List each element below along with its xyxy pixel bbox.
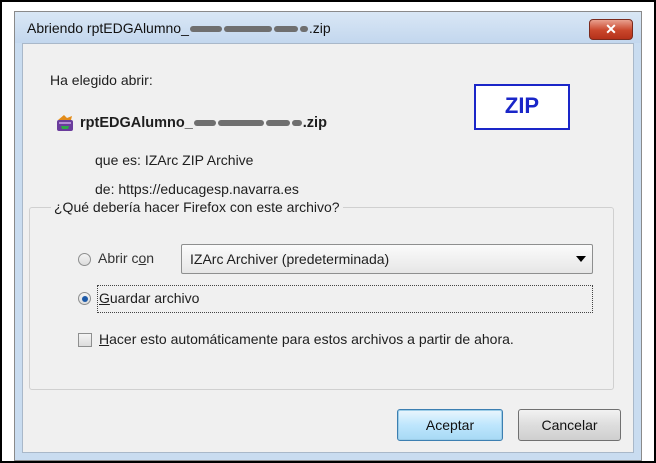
chevron-down-icon [576, 256, 586, 262]
intro-label: Ha elegido abrir: [50, 72, 153, 88]
screenshot-frame: Abriendo rptEDGAlumno_ .zip ✕ Ha elegido … [0, 0, 656, 463]
file-source-line: de: https://educagesp.navarra.es [95, 181, 299, 197]
accept-button[interactable]: Aceptar [397, 409, 503, 441]
redacted-text [189, 26, 222, 33]
file-name: rptEDGAlumno_ .zip [80, 115, 327, 131]
title-bar[interactable]: Abriendo rptEDGAlumno_ .zip ✕ [15, 12, 641, 43]
izarc-archive-icon [57, 115, 73, 131]
open-with-label-text: Abrir c [98, 250, 139, 266]
file-name-prefix: rptEDGAlumno_ [80, 115, 193, 131]
action-question: ¿Qué debería hacer Firefox con este arch… [51, 199, 343, 215]
auto-action-accel: H [99, 331, 110, 347]
open-with-radio[interactable] [78, 253, 91, 266]
redacted-text [217, 120, 264, 127]
application-select-value: IZArc Archiver (predeterminada) [190, 251, 390, 267]
save-file-label-text: uardar archivo [109, 290, 200, 306]
window-title-suffix: .zip [308, 20, 331, 36]
application-select[interactable]: IZArc Archiver (predeterminada) [181, 244, 593, 274]
window-title-prefix: Abriendo rptEDGAlumno_ [27, 20, 189, 36]
redacted-text [223, 26, 272, 33]
auto-action-label[interactable]: Hacer esto automáticamente para estos ar… [99, 331, 514, 347]
file-name-suffix: .zip [302, 115, 327, 131]
auto-action-checkbox[interactable] [78, 333, 92, 347]
save-file-accel: G [99, 290, 110, 306]
open-with-label-text: n [146, 250, 155, 266]
close-icon: ✕ [605, 21, 617, 37]
window-title: Abriendo rptEDGAlumno_ .zip [27, 20, 331, 36]
redacted-text [193, 120, 216, 127]
file-type-line: que es: IZArc ZIP Archive [95, 152, 254, 168]
open-with-label[interactable]: Abrir con [98, 250, 154, 266]
save-file-label[interactable]: Guardar archivo [99, 290, 199, 306]
close-button[interactable]: ✕ [589, 19, 633, 40]
redacted-text [273, 26, 298, 33]
redacted-text [265, 120, 290, 127]
redacted-text [299, 26, 308, 33]
cancel-button[interactable]: Cancelar [518, 409, 621, 441]
auto-action-label-text: acer esto automáticamente para estos arc… [109, 331, 514, 347]
save-file-radio[interactable] [78, 292, 91, 305]
redacted-text [291, 120, 302, 127]
zip-annotation-badge: ZIP [474, 84, 570, 130]
